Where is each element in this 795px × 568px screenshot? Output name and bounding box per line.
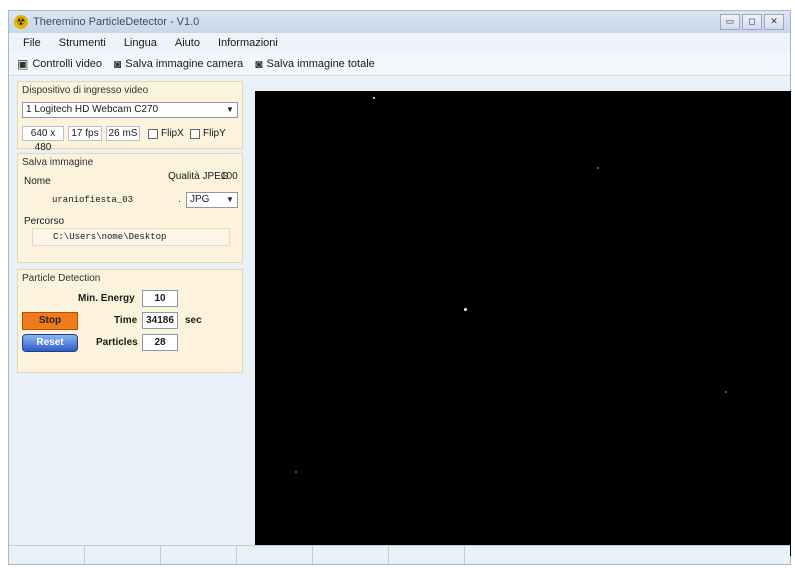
menu-informazioni[interactable]: Informazioni [218, 37, 278, 49]
flip-y-checkbox[interactable] [190, 129, 200, 139]
title-bar[interactable]: ☢ Theremino ParticleDetector - V1.0 ▭ ◻ … [9, 11, 790, 33]
file-name-input[interactable]: uraniofiesta_03 [52, 195, 133, 205]
video-camera-icon: ▣ [17, 57, 29, 71]
min-energy-label: Min. Energy [78, 293, 135, 304]
time-value: 34186 [142, 312, 178, 329]
particles-count: 28 [142, 334, 178, 351]
particles-label: Particles [96, 337, 138, 348]
status-segment [9, 546, 85, 564]
menu-lingua[interactable]: Lingua [124, 37, 157, 49]
flip-y-label: FlipY [203, 128, 226, 139]
jpeg-quality-value[interactable]: 100 [221, 171, 238, 182]
menu-strumenti[interactable]: Strumenti [59, 37, 106, 49]
jpeg-quality-label: Qualità JPEG [168, 171, 229, 182]
particle-detection-title: Particle Detection [22, 273, 101, 284]
format-value: JPG [190, 194, 210, 205]
video-device-value: 1 Logitech HD Webcam C270 [26, 104, 159, 115]
status-segment [313, 546, 389, 564]
toolbar: ▣ Controlli video ◙ Salva immagine camer… [9, 53, 790, 76]
left-panel: Dispositivo di ingresso video 1 Logitech… [9, 81, 247, 546]
status-segment [161, 546, 237, 564]
min-energy-input[interactable]: 10 [142, 290, 178, 307]
particle-dot [597, 167, 599, 169]
menu-aiuto[interactable]: Aiuto [175, 37, 200, 49]
flip-x-checkbox[interactable] [148, 129, 158, 139]
path-field[interactable]: C:\Users\nome\Desktop [32, 228, 230, 246]
resolution-display: 640 x 480 [22, 126, 64, 153]
close-button[interactable]: ✕ [764, 14, 784, 30]
maximize-button[interactable]: ◻ [742, 14, 762, 30]
camera-icon: ◙ [255, 57, 263, 71]
video-controls-label: Controlli video [32, 58, 103, 70]
path-label: Percorso [24, 216, 65, 227]
particle-dot [725, 391, 727, 393]
save-camera-image-button[interactable]: ◙ Salva immagine camera [114, 57, 243, 71]
minimize-button[interactable]: ▭ [720, 14, 740, 30]
time-unit: sec [185, 315, 202, 326]
reset-button[interactable]: Reset [22, 334, 78, 352]
video-device-group: Dispositivo di ingresso video 1 Logitech… [17, 81, 243, 153]
video-device-select[interactable]: 1 Logitech HD Webcam C270 ▼ [22, 102, 238, 118]
status-segment [85, 546, 161, 564]
video-controls-button[interactable]: ▣ Controlli video [17, 57, 102, 71]
time-label: Time [114, 315, 138, 326]
save-total-image-button[interactable]: ◙ Salva immagine totale [255, 57, 374, 71]
save-camera-label: Salva immagine camera [125, 58, 244, 70]
particle-dot [295, 471, 297, 473]
window-title: Theremino ParticleDetector - V1.0 [33, 16, 200, 28]
chevron-down-icon[interactable]: ▼ [225, 104, 235, 116]
particle-detection-group: Particle Detection Min. Energy 10 Stop T… [17, 269, 243, 373]
particle-dot [373, 97, 375, 99]
stop-button[interactable]: Stop [22, 312, 78, 330]
video-preview[interactable] [255, 91, 791, 556]
particle-dot [464, 308, 467, 311]
window-controls: ▭ ◻ ✕ [720, 14, 784, 30]
format-select[interactable]: JPG ▼ [186, 192, 238, 208]
video-device-title: Dispositivo di ingresso video [22, 85, 149, 96]
menu-file[interactable]: File [23, 37, 41, 49]
status-segment [389, 546, 465, 564]
ms-display: 26 mS [106, 126, 140, 141]
app-window: ☢ Theremino ParticleDetector - V1.0 ▭ ◻ … [8, 10, 791, 565]
chevron-down-icon[interactable]: ▼ [225, 194, 235, 206]
status-segment [237, 546, 313, 564]
status-bar [9, 545, 790, 564]
camera-icon: ◙ [114, 57, 122, 71]
menu-bar: File Strumenti Lingua Aiuto Informazioni [9, 33, 790, 53]
flip-x-label: FlipX [161, 128, 184, 139]
name-label: Nome [24, 176, 51, 187]
save-image-title: Salva immagine [22, 157, 94, 168]
extension-dot: . [178, 194, 181, 205]
save-image-group: Salva immagine Nome Qualità JPEG 100 ura… [17, 153, 243, 263]
fps-display: 17 fps [68, 126, 102, 141]
radiation-icon: ☢ [14, 15, 28, 29]
save-total-label: Salva immagine totale [266, 58, 375, 70]
